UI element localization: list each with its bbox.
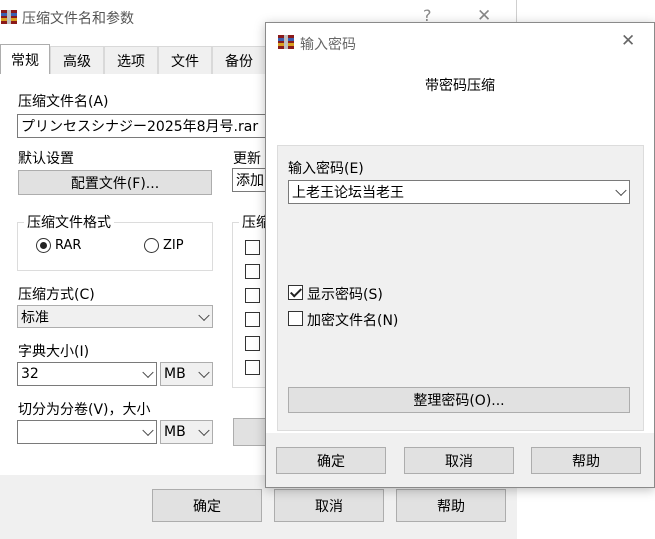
show-password-checkbox[interactable]	[288, 285, 303, 300]
method-label: 压缩方式(C)	[18, 287, 95, 303]
tab-files-label: 文件	[171, 53, 199, 70]
dict-unit-value: MB	[164, 366, 186, 382]
tab-files[interactable]: 文件	[158, 46, 212, 74]
tab-general[interactable]: 常规	[0, 44, 50, 74]
password-value: 上老王论坛当老王	[292, 185, 404, 201]
format-group-label: 压缩文件格式	[24, 212, 114, 232]
winrar-app-icon	[1, 10, 17, 24]
method-value: 标准	[21, 309, 49, 326]
chevron-down-icon	[615, 184, 627, 197]
password-label: 输入密码(E)	[288, 161, 364, 177]
main-ok-button[interactable]: 确定	[152, 489, 262, 522]
tab-general-label: 常规	[11, 52, 39, 69]
option-checkbox-5[interactable]	[245, 336, 260, 351]
show-password-label: 显示密码(S)	[307, 287, 383, 303]
password-dialog-title: 输入密码	[300, 37, 356, 53]
organize-passwords-button[interactable]: 整理密码(O)...	[288, 387, 630, 413]
format-zip-radio[interactable]	[144, 238, 159, 253]
password-help-button[interactable]: 帮助	[531, 447, 641, 474]
main-help-button[interactable]: 帮助	[396, 489, 506, 522]
update-mode-label: 更新	[233, 151, 261, 167]
archive-name-label: 压缩文件名(A)	[18, 94, 109, 110]
method-combo[interactable]: 标准	[17, 305, 213, 328]
close-icon[interactable]: ✕	[621, 31, 635, 51]
password-cancel-button[interactable]: 取消	[404, 447, 514, 474]
format-zip-label: ZIP	[163, 238, 184, 253]
tab-advanced[interactable]: 高级	[50, 46, 104, 74]
option-checkbox-1[interactable]	[245, 240, 260, 255]
tab-backup-label: 备份	[225, 53, 253, 70]
option-checkbox-2[interactable]	[245, 264, 260, 279]
split-unit-combo[interactable]: MB	[160, 420, 213, 444]
chevron-down-icon	[198, 309, 210, 321]
format-rar-label: RAR	[55, 238, 82, 253]
password-ok-button[interactable]: 确定	[276, 447, 386, 474]
encrypt-file-names-label: 加密文件名(N)	[307, 313, 399, 329]
dict-label: 字典大小(I)	[18, 344, 90, 360]
dict-size-value: 32	[21, 366, 39, 382]
option-checkbox-6[interactable]	[245, 360, 260, 375]
format-rar-radio[interactable]	[36, 238, 51, 253]
option-checkbox-3[interactable]	[245, 288, 260, 303]
chevron-down-icon	[142, 424, 154, 437]
option-checkbox-4[interactable]	[245, 312, 260, 327]
dict-unit-combo[interactable]: MB	[160, 362, 213, 386]
tab-options-label: 选项	[117, 53, 145, 70]
chevron-down-icon	[198, 366, 210, 379]
split-label: 切分为分卷(V)，大小	[18, 402, 151, 418]
password-dialog: 输入密码 ✕ 带密码压缩 输入密码(E) 上老王论坛当老王 显示密码(S) 加密…	[265, 22, 655, 488]
password-input[interactable]: 上老王论坛当老王	[288, 180, 630, 204]
chevron-down-icon	[198, 424, 210, 437]
password-dialog-heading: 带密码压缩	[425, 78, 495, 94]
default-settings-label: 默认设置	[18, 151, 74, 167]
archive-name-input[interactable]: プリンセスシナジー2025年8月号.rar	[17, 114, 267, 138]
main-cancel-button[interactable]: 取消	[274, 489, 384, 522]
main-window-title: 压缩文件名和参数	[22, 11, 134, 27]
tab-options[interactable]: 选项	[104, 46, 158, 74]
tab-advanced-label: 高级	[63, 53, 91, 70]
split-unit-value: MB	[164, 424, 186, 440]
dict-size-combo[interactable]: 32	[17, 362, 157, 386]
encrypt-file-names-checkbox[interactable]	[288, 311, 303, 326]
profiles-button[interactable]: 配置文件(F)...	[18, 170, 212, 195]
chevron-down-icon	[142, 366, 154, 379]
split-size-combo[interactable]	[17, 420, 157, 444]
tab-backup[interactable]: 备份	[212, 46, 266, 74]
winrar-app-icon	[278, 35, 294, 49]
